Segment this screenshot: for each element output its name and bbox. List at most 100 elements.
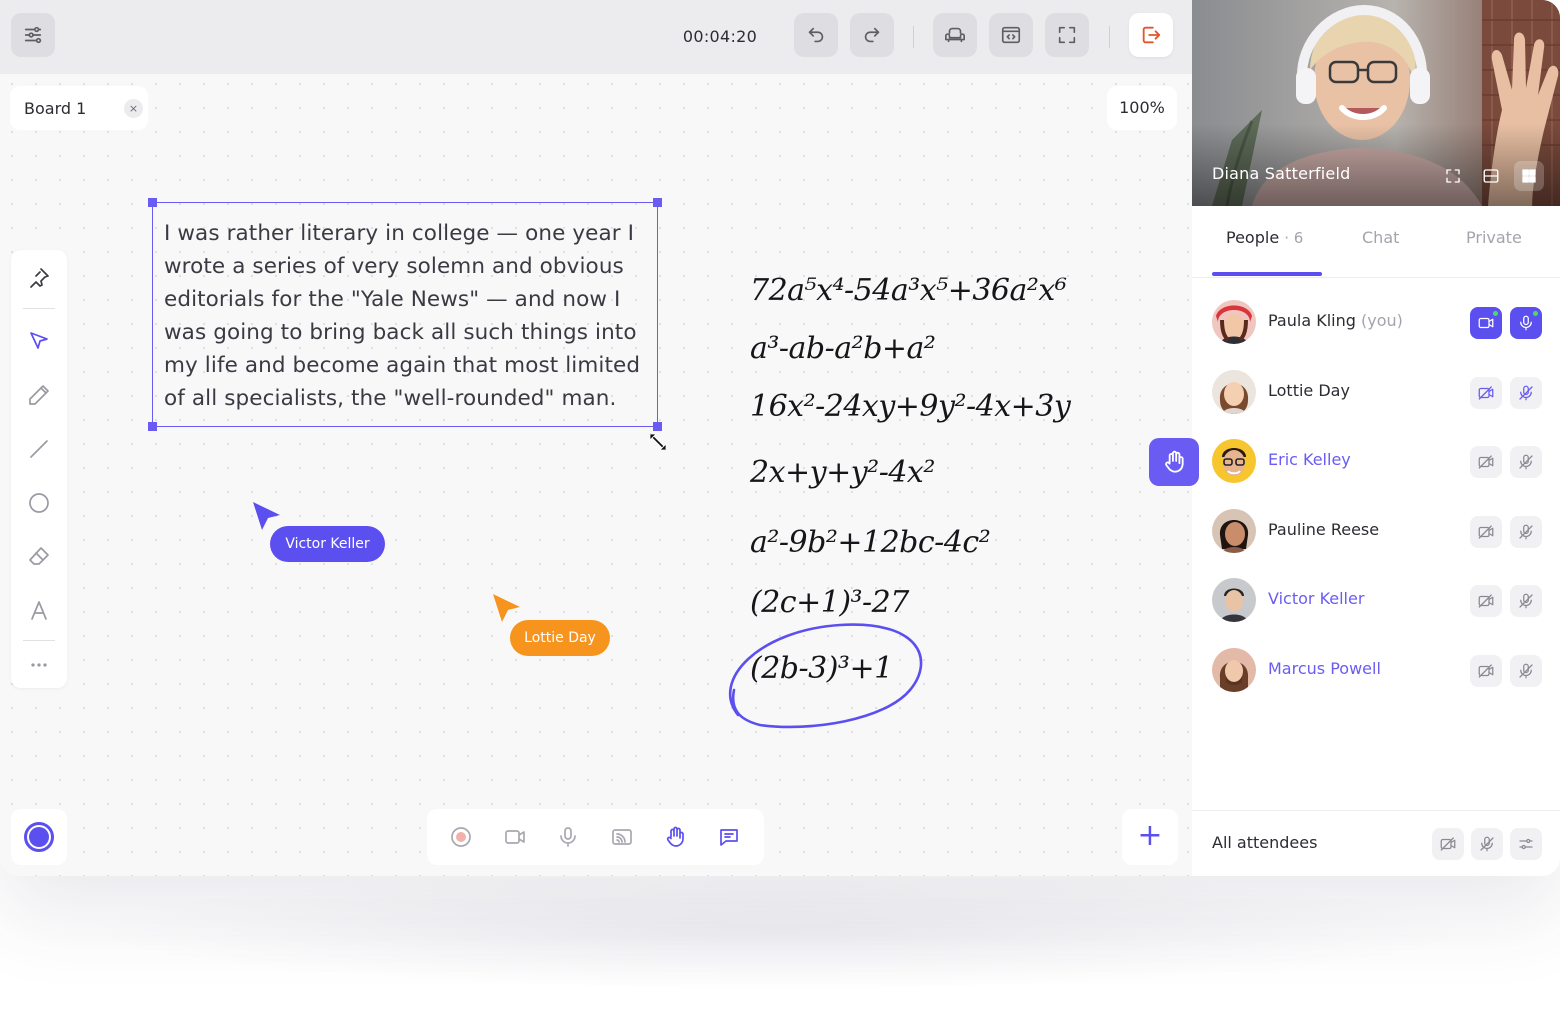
- leave-button[interactable]: [1129, 13, 1173, 57]
- resize-handle[interactable]: [653, 198, 662, 207]
- pin-icon: [30, 268, 49, 288]
- tab-people[interactable]: People · 6: [1226, 228, 1303, 247]
- add-button[interactable]: +: [1122, 809, 1178, 865]
- cursor-label-victor: Victor Keller: [270, 526, 385, 562]
- collaborator-cursor-icon: [253, 502, 280, 530]
- list-item[interactable]: Pauline Reese: [1192, 497, 1560, 567]
- avatar: [1212, 439, 1256, 483]
- tab-private[interactable]: Private: [1466, 228, 1522, 247]
- camera-off-button[interactable]: [1470, 377, 1502, 409]
- list-item[interactable]: Eric Kelley: [1192, 427, 1560, 497]
- pencil-icon: [29, 385, 49, 405]
- mic-off-button[interactable]: [1510, 655, 1542, 687]
- pencil-tool[interactable]: [22, 378, 56, 412]
- resize-handle[interactable]: [148, 422, 157, 431]
- equation-line: 2x+y+y²-4x²: [750, 455, 935, 490]
- video-off-icon: [1478, 455, 1494, 469]
- raise-hand-toggle[interactable]: [661, 823, 689, 851]
- attendee-settings-button[interactable]: [1510, 828, 1542, 860]
- settings-button[interactable]: [11, 13, 55, 57]
- mic-off-button[interactable]: [1510, 377, 1542, 409]
- people-count: · 6: [1284, 229, 1304, 247]
- mute-all-mic-button[interactable]: [1471, 828, 1503, 860]
- undo-icon: [808, 27, 824, 43]
- hand-icon: [666, 826, 684, 847]
- camera-off-button[interactable]: [1470, 585, 1502, 617]
- text-note[interactable]: I was rather literary in college — one y…: [148, 198, 662, 431]
- avatar: [1212, 648, 1256, 692]
- hand-icon: [1165, 450, 1184, 473]
- person-name: Marcus Powell: [1268, 659, 1381, 678]
- list-item[interactable]: Lottie Day: [1192, 358, 1560, 428]
- video-off-icon: [1478, 594, 1494, 608]
- mic-off-button[interactable]: [1510, 516, 1542, 548]
- top-toolbar: 00:04:20: [0, 0, 1192, 74]
- close-icon[interactable]: ×: [124, 99, 143, 118]
- mic-off-button[interactable]: [1510, 446, 1542, 478]
- list-item[interactable]: Victor Keller: [1192, 566, 1560, 636]
- list-item[interactable]: Paula Kling (you): [1192, 288, 1560, 358]
- microphone-off-icon: [1519, 593, 1533, 609]
- circle-icon: [29, 493, 49, 513]
- person-name: Eric Kelley: [1268, 450, 1351, 469]
- person-name: Lottie Day: [1268, 381, 1350, 400]
- text-tool[interactable]: [22, 594, 56, 628]
- redo-button[interactable]: [850, 13, 894, 57]
- video-off-icon: [1478, 525, 1494, 539]
- microphone-off-icon: [1480, 836, 1494, 852]
- camera-off-button[interactable]: [1470, 446, 1502, 478]
- video-layout-button[interactable]: [1476, 161, 1506, 191]
- camera-button[interactable]: [1470, 307, 1502, 339]
- drop-shadow: [80, 870, 1480, 990]
- list-item[interactable]: Marcus Powell: [1192, 636, 1560, 706]
- leave-icon: [1142, 26, 1161, 44]
- fullscreen-button[interactable]: [1045, 13, 1089, 57]
- tab-chat[interactable]: Chat: [1362, 228, 1399, 247]
- microphone-off-icon: [1519, 524, 1533, 540]
- circle-tool[interactable]: [22, 486, 56, 520]
- more-dots-icon: [31, 663, 47, 667]
- pin-tool[interactable]: [22, 261, 56, 295]
- avatar: [1212, 578, 1256, 622]
- chat-toggle[interactable]: [715, 823, 743, 851]
- speaker-video[interactable]: Diana Satterfield: [1192, 0, 1560, 206]
- board-tab-label: Board 1: [24, 98, 87, 118]
- board-tab[interactable]: Board 1 ×: [10, 86, 148, 130]
- camera-toggle[interactable]: [501, 823, 529, 851]
- toolbox-divider: [23, 308, 55, 309]
- resize-handle[interactable]: [148, 198, 157, 207]
- settings-sliders-icon: [1519, 838, 1533, 850]
- mic-off-button[interactable]: [1510, 585, 1542, 617]
- handwritten-equations[interactable]: 72a⁵x⁴-54a³x⁵+36a²x⁶ a³-ab-a²b+a² 16x²-2…: [720, 255, 1160, 735]
- zoom-level[interactable]: 100%: [1107, 86, 1177, 130]
- line-tool[interactable]: [22, 432, 56, 466]
- video-camera-icon: [1478, 317, 1494, 329]
- you-label: (you): [1360, 311, 1403, 330]
- mic-toggle[interactable]: [554, 823, 582, 851]
- whiteboard-canvas[interactable]: 00:04:20 Board 1 × 100% I was rather lit…: [0, 0, 1192, 876]
- screen-share-toggle[interactable]: [608, 823, 636, 851]
- media-controls: [427, 809, 764, 865]
- video-grid-button[interactable]: [1514, 161, 1544, 191]
- line-icon: [30, 440, 48, 458]
- speaker-name: Diana Satterfield: [1212, 164, 1351, 183]
- collaborator-cursor-icon: [493, 594, 520, 622]
- microphone-icon: [1520, 315, 1532, 331]
- mic-button[interactable]: [1510, 307, 1542, 339]
- video-fullscreen-button[interactable]: [1438, 161, 1468, 191]
- more-tools[interactable]: [22, 648, 56, 682]
- eraser-tool[interactable]: [22, 540, 56, 574]
- camera-off-button[interactable]: [1470, 655, 1502, 687]
- person-name: Victor Keller: [1268, 589, 1365, 608]
- record-icon: [24, 822, 54, 852]
- record-button[interactable]: [11, 809, 67, 865]
- record-toggle[interactable]: [447, 823, 475, 851]
- select-tool[interactable]: [22, 324, 56, 358]
- avatar: [1212, 509, 1256, 553]
- camera-off-button[interactable]: [1470, 516, 1502, 548]
- lounge-button[interactable]: [933, 13, 977, 57]
- embed-code-button[interactable]: [989, 13, 1033, 57]
- text-a-icon: [31, 601, 47, 620]
- mute-all-video-button[interactable]: [1432, 828, 1464, 860]
- undo-button[interactable]: [794, 13, 838, 57]
